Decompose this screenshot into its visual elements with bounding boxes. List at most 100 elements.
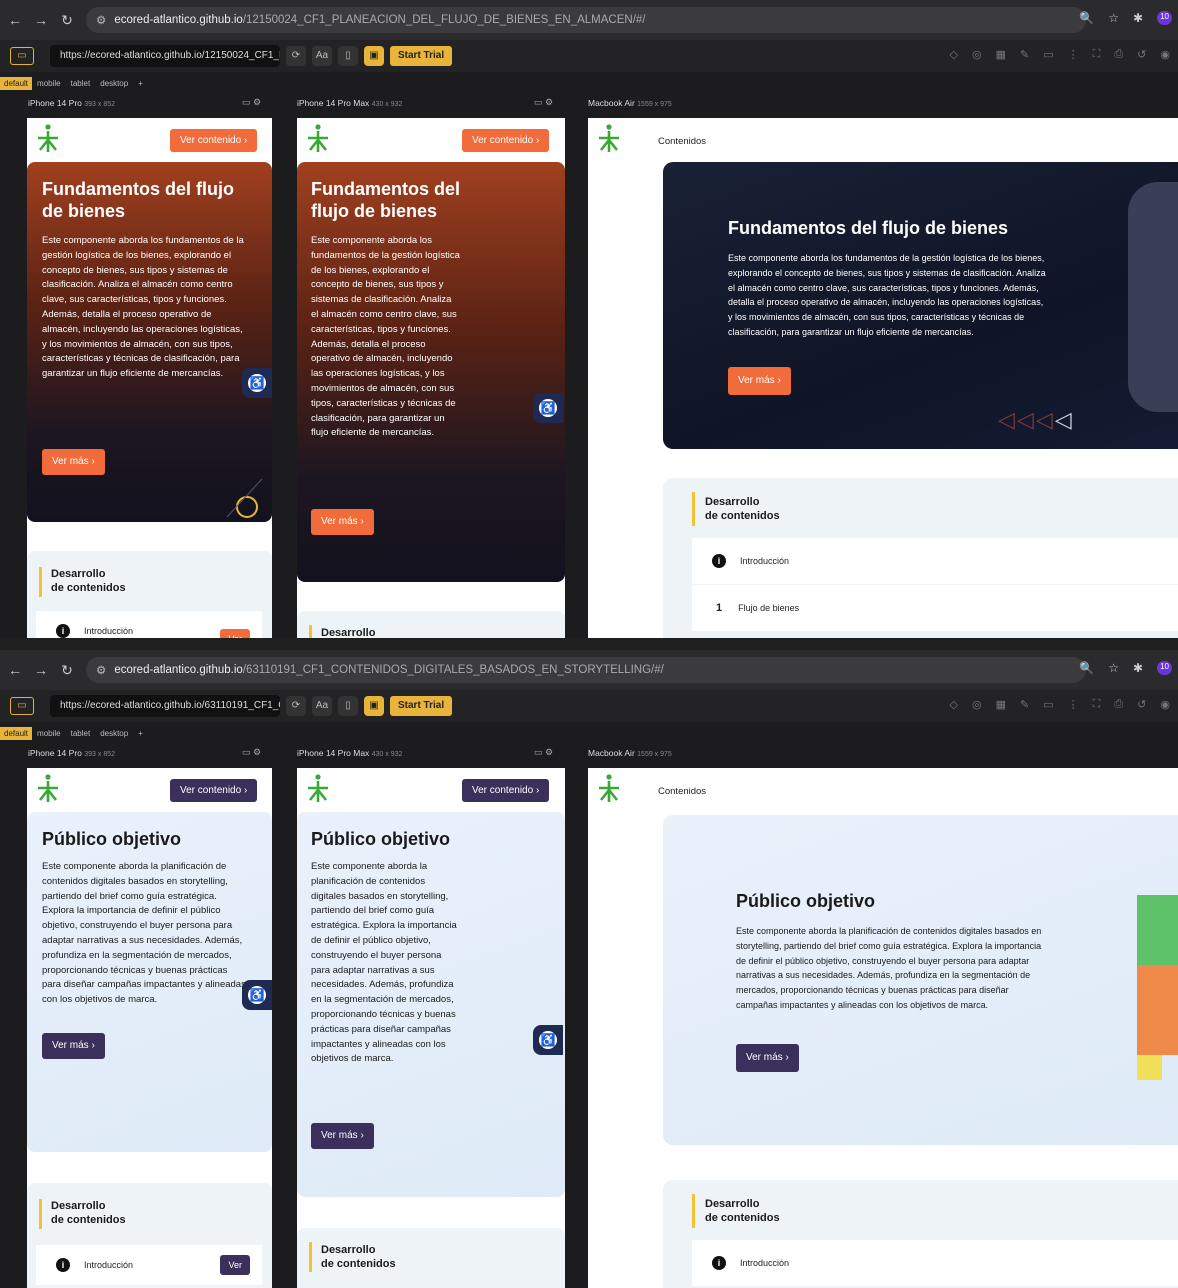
start-trial-button[interactable]: Start Trial <box>390 46 453 66</box>
reload-icon[interactable]: ↻ <box>56 12 78 29</box>
desarrollo-panel: Desarrollo <box>297 611 565 638</box>
bookmark-star-icon[interactable]: ☆ <box>1108 661 1119 675</box>
dots-grid-icon[interactable]: ⋮ <box>1068 48 1079 61</box>
screens-icon[interactable]: ▣ <box>364 696 384 716</box>
ver-mas-button[interactable]: Ver más › <box>311 509 374 535</box>
translate-icon[interactable]: Aa <box>312 696 332 716</box>
start-trial-button[interactable]: Start Trial <box>390 696 453 716</box>
list-item[interactable]: i Introducción <box>692 1240 1178 1286</box>
site-settings-icon[interactable]: ⚙ <box>96 13 106 27</box>
info-icon: i <box>56 624 70 638</box>
device-controls[interactable]: ▭ ⚙ <box>534 97 553 108</box>
camera-icon[interactable]: ◉ <box>1160 698 1170 711</box>
contenidos-link[interactable]: Contenidos <box>658 786 706 797</box>
ver-mas-button[interactable]: Ver más › <box>42 1033 105 1059</box>
list-item[interactable]: i Introducción Ver <box>36 1245 262 1285</box>
desarrollo-title: Desarrollo <box>321 627 376 638</box>
translate-icon[interactable]: Aa <box>312 46 332 66</box>
brush-icon[interactable]: ✎ <box>1020 698 1029 711</box>
tab-default[interactable]: default <box>0 76 33 90</box>
desarrollo-title-line-2: de contenidos <box>705 1212 780 1224</box>
sync-icon[interactable]: ⟳ <box>286 696 306 716</box>
device-controls[interactable]: ▭ ⚙ <box>242 97 261 108</box>
rotate-icon[interactable]: ↺ <box>1137 698 1146 711</box>
ver-contenido-button[interactable]: Ver contenido › <box>462 129 550 152</box>
device-controls[interactable]: ▭ ⚙ <box>242 747 261 758</box>
tab-desktop[interactable]: desktop <box>95 729 133 738</box>
ver-mas-label: Ver más <box>52 456 89 467</box>
address-bar[interactable]: ⚙ ecored-atlantico.github.io/63110191_CF… <box>86 657 1086 683</box>
brush-icon[interactable]: ✎ <box>1020 48 1029 61</box>
tab-tablet[interactable]: tablet <box>66 79 96 88</box>
tab-tablet[interactable]: tablet <box>66 729 96 738</box>
grid-icon[interactable]: ▦ <box>996 48 1006 61</box>
cube-icon[interactable]: ◇ <box>950 48 958 61</box>
ver-mas-button[interactable]: Ver más › <box>42 449 105 475</box>
list-item[interactable]: i Introducción Ver <box>36 611 262 638</box>
info-icon: i <box>56 1258 70 1272</box>
extension-badge-icon[interactable]: 10 <box>1157 11 1172 25</box>
tab-mobile[interactable]: mobile <box>32 79 66 88</box>
forward-icon[interactable]: → <box>30 662 52 678</box>
accessibility-button[interactable]: ♿ <box>242 368 272 398</box>
sync-icon[interactable]: ⟳ <box>286 46 306 66</box>
device-icon[interactable]: ▯ <box>338 46 358 66</box>
ver-mas-button[interactable]: Ver más › <box>311 1123 374 1149</box>
tab-desktop[interactable]: desktop <box>95 79 133 88</box>
accent-bar <box>309 1242 312 1272</box>
tab-mobile[interactable]: mobile <box>32 729 66 738</box>
toolbar-url-input[interactable]: https://ecored-atlantico.github.io/12150… <box>50 45 280 67</box>
ruler-icon[interactable]: ▭ <box>1043 698 1053 711</box>
address-bar[interactable]: ⚙ ecored-atlantico.github.io/12150024_CF… <box>86 7 1086 33</box>
screenshot-icon[interactable]: ⛶ <box>1093 698 1101 711</box>
back-icon[interactable]: ← <box>4 12 26 28</box>
camera-icon[interactable]: ◉ <box>1160 48 1170 61</box>
zoom-icon[interactable]: 🔍 <box>1079 661 1094 675</box>
tab-default[interactable]: default <box>0 726 33 740</box>
dots-grid-icon[interactable]: ⋮ <box>1068 698 1079 711</box>
ver-contenido-button[interactable]: Ver contenido › <box>170 129 258 152</box>
extension-icon[interactable]: ✱ <box>1133 11 1143 25</box>
forward-icon[interactable]: → <box>30 12 52 28</box>
bookmark-star-icon[interactable]: ☆ <box>1108 11 1119 25</box>
screenshot-icon[interactable]: ⛶ <box>1093 48 1101 61</box>
ver-contenido-button[interactable]: Ver contenido › <box>462 779 550 802</box>
device-size: 430 x 932 <box>371 751 403 758</box>
contenidos-link[interactable]: Contenidos <box>658 136 706 147</box>
ver-mas-button[interactable]: Ver más › <box>728 367 791 395</box>
device-frame-macbook-air: Contenidos Público objetivo Este compone… <box>588 768 1178 1288</box>
add-tab-button[interactable]: + <box>133 729 148 738</box>
layers-icon[interactable]: ◎ <box>972 48 982 61</box>
sena-logo <box>38 774 58 802</box>
zoom-icon[interactable]: 🔍 <box>1079 11 1094 25</box>
layout-icon[interactable]: ▭ <box>10 47 34 65</box>
device-icon[interactable]: ▯ <box>338 696 358 716</box>
extension-icon[interactable]: ✱ <box>1133 661 1143 675</box>
print-icon[interactable]: ⎙ <box>1114 698 1123 711</box>
print-icon[interactable]: ⎙ <box>1114 48 1123 61</box>
screens-icon[interactable]: ▣ <box>364 46 384 66</box>
toolbar-url-input[interactable]: https://ecored-atlantico.github.io/63110… <box>50 695 280 717</box>
accessibility-button[interactable]: ♿ <box>533 393 563 423</box>
list-item[interactable]: 1 Flujo de bienes <box>692 585 1178 631</box>
layout-icon[interactable]: ▭ <box>10 697 34 715</box>
ver-button[interactable]: Ver <box>220 1255 250 1275</box>
layers-icon[interactable]: ◎ <box>972 698 982 711</box>
accessibility-button[interactable]: ♿ <box>533 1025 563 1055</box>
accessibility-button[interactable]: ♿ <box>242 980 272 1010</box>
ver-mas-button[interactable]: Ver más › <box>736 1044 799 1072</box>
site-settings-icon[interactable]: ⚙ <box>96 663 106 677</box>
list-item[interactable]: i Introducción <box>692 538 1178 584</box>
cube-icon[interactable]: ◇ <box>950 698 958 711</box>
extension-badge-icon[interactable]: 10 <box>1157 661 1172 675</box>
ruler-icon[interactable]: ▭ <box>1043 48 1053 61</box>
device-controls[interactable]: ▭ ⚙ <box>534 747 553 758</box>
back-icon[interactable]: ← <box>4 662 26 678</box>
ver-button[interactable]: Ver <box>220 629 250 638</box>
reload-icon[interactable]: ↻ <box>56 662 78 679</box>
sena-logo <box>599 774 619 802</box>
grid-icon[interactable]: ▦ <box>996 698 1006 711</box>
add-tab-button[interactable]: + <box>133 79 148 88</box>
ver-contenido-button[interactable]: Ver contenido › <box>170 779 258 802</box>
rotate-icon[interactable]: ↺ <box>1137 48 1146 61</box>
